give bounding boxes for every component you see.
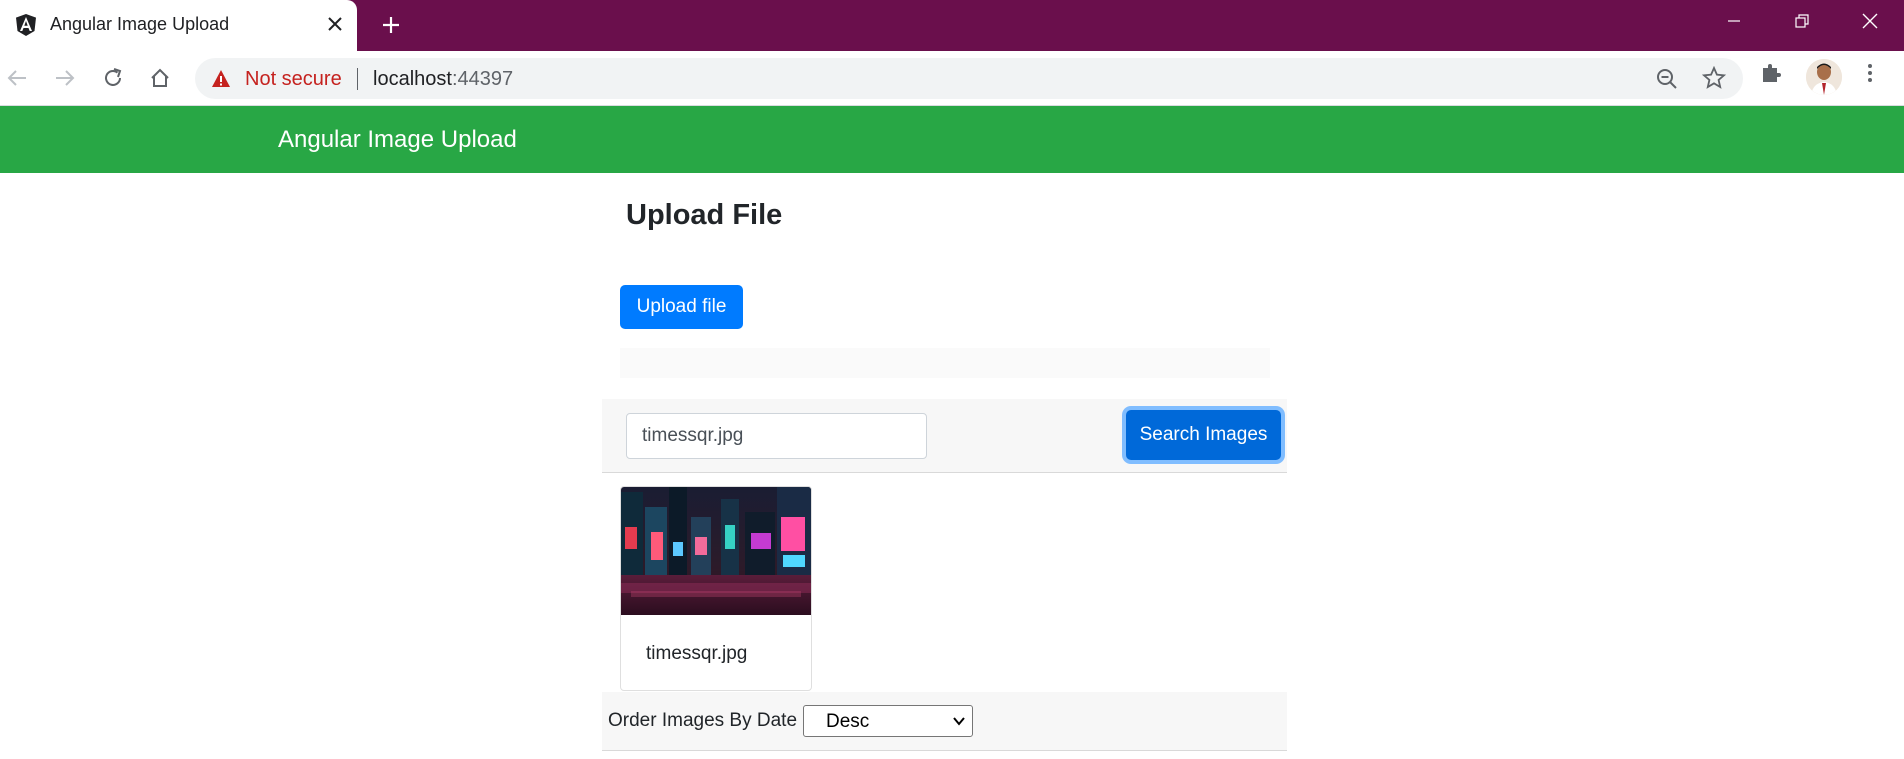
image-card[interactable]: timessqr.jpg bbox=[620, 486, 812, 691]
window-close-icon[interactable] bbox=[1836, 0, 1904, 42]
order-bar: Order Images By Date : Desc bbox=[602, 692, 1287, 751]
home-icon[interactable] bbox=[143, 61, 177, 95]
bookmark-star-icon[interactable] bbox=[1702, 66, 1726, 90]
upload-title: Upload File bbox=[626, 199, 783, 231]
url-text[interactable]: localhost:44397 bbox=[373, 68, 513, 91]
zoom-out-icon[interactable] bbox=[1655, 67, 1679, 91]
app-navbar: Angular Image Upload bbox=[0, 106, 1904, 173]
new-tab-plus-icon[interactable] bbox=[374, 8, 408, 42]
not-secure-label[interactable]: Not secure bbox=[245, 68, 342, 91]
order-select[interactable]: Desc bbox=[803, 705, 973, 737]
address-bar[interactable]: Not secure localhost:44397 bbox=[195, 58, 1743, 99]
browser-toolbar: Not secure localhost:44397 bbox=[0, 51, 1904, 106]
back-arrow-icon[interactable] bbox=[0, 61, 34, 95]
chevron-down-icon bbox=[953, 717, 965, 726]
browser-tab[interactable]: Angular Image Upload bbox=[0, 0, 357, 51]
search-images-button[interactable]: Search Images bbox=[1126, 410, 1281, 460]
angular-logo-icon bbox=[16, 14, 36, 36]
tab-title: Angular Image Upload bbox=[50, 14, 230, 34]
upload-file-button[interactable]: Upload file bbox=[620, 285, 743, 329]
reload-icon[interactable] bbox=[96, 61, 130, 95]
image-thumbnail bbox=[621, 487, 811, 615]
navbar-brand[interactable]: Angular Image Upload bbox=[278, 126, 517, 154]
warning-triangle-icon bbox=[212, 70, 230, 87]
extensions-puzzle-icon[interactable] bbox=[1759, 61, 1783, 85]
more-vert-icon[interactable] bbox=[1858, 61, 1882, 85]
search-bar: Search Images bbox=[602, 399, 1287, 473]
forward-arrow-icon[interactable] bbox=[48, 61, 82, 95]
browser-tab-strip: Angular Image Upload bbox=[0, 0, 1904, 51]
profile-avatar[interactable] bbox=[1806, 59, 1842, 95]
search-input[interactable] bbox=[626, 413, 927, 459]
window-minimize-icon[interactable] bbox=[1700, 0, 1768, 42]
address-divider bbox=[357, 68, 358, 90]
image-caption: timessqr.jpg bbox=[646, 643, 748, 664]
upload-progress-area bbox=[620, 348, 1270, 378]
order-selected-value: Desc bbox=[826, 711, 870, 732]
window-restore-icon[interactable] bbox=[1768, 0, 1836, 42]
order-label: Order Images By Date : bbox=[608, 710, 808, 731]
tab-close-icon[interactable] bbox=[322, 11, 348, 37]
